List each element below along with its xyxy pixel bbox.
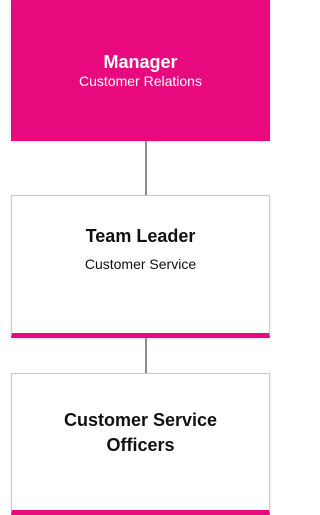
officers-node: Customer Service Officers xyxy=(11,373,270,515)
team-leader-subtitle: Customer Service xyxy=(84,255,197,272)
team-leader-title: Team Leader xyxy=(85,225,196,246)
connector-team-leader-to-officers xyxy=(145,338,147,373)
org-chart: Manager Customer Relations Team Leader C… xyxy=(0,0,270,515)
manager-subtitle: Customer Relations xyxy=(79,72,202,89)
manager-node: Manager Customer Relations xyxy=(11,0,270,141)
manager-title: Manager xyxy=(103,51,178,72)
officers-title: Customer Service Officers xyxy=(63,410,218,455)
team-leader-node: Team Leader Customer Service xyxy=(11,195,270,338)
connector-manager-to-team-leader xyxy=(145,141,147,195)
